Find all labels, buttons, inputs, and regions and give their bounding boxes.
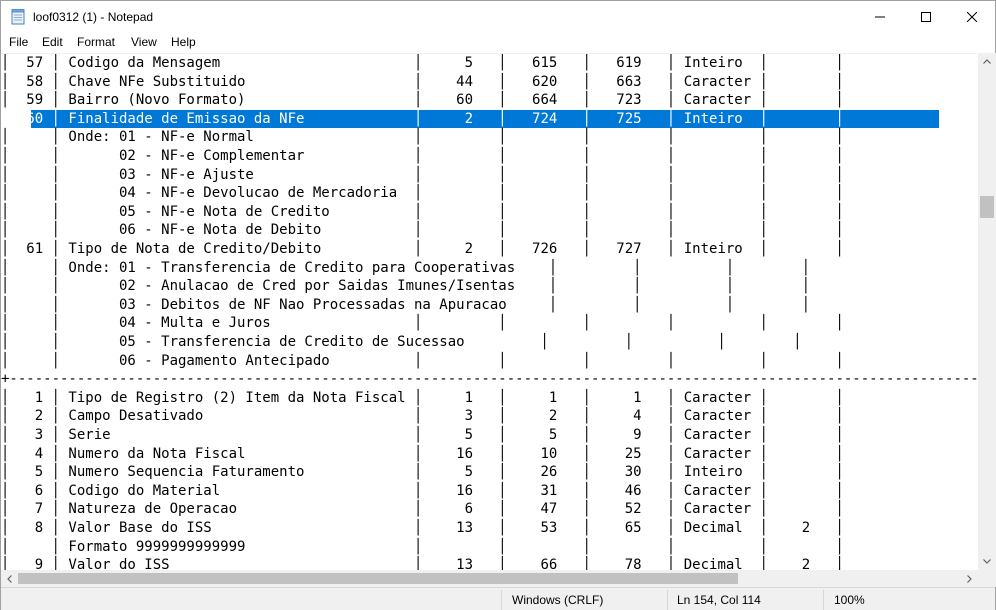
line-text: │ │ 02 - NF-e Complementar │ │ │ │ │ │ [1,148,844,164]
line-text: │ 5 │ Numero Sequencia Faturamento │ 5 │… [1,464,844,481]
text-line[interactable]: │ │ Onde: 01 - Transferencia de Credito … [1,259,977,278]
line-text: │ 57 │ Codigo da Mensagem │ 5 │ 615 │ 61… [1,55,844,71]
line-text: │ │ 05 - Transferencia de Credito de Suc… [1,334,802,350]
minimize-button[interactable] [857,1,903,32]
text-line[interactable]: │ 58 │ Chave NFe Substituido │ 44 │ 620 … [1,73,977,92]
text-line[interactable]: │ 4 │ Numero da Nota Fiscal │ 16 │ 10 │ … [1,445,977,464]
minimize-icon [875,16,885,17]
text-line[interactable]: │ 57 │ Codigo da Mensagem │ 5 │ 615 │ 61… [1,54,977,73]
chevron-up-icon [983,59,991,64]
text-line[interactable]: │ │ 05 - Transferencia de Credito de Suc… [1,333,977,352]
notepad-window: loof0312 (1) - Notepad File Edit Format … [0,0,996,610]
status-cursor-position: Ln 154, Col 114 [677,593,761,607]
line-text: │ │ 06 - Pagamento Antecipado │ │ │ │ │ … [1,352,844,369]
line-text: │ 58 │ Chave NFe Substituido │ 44 │ 620 … [1,73,844,90]
notepad-icon [11,9,25,25]
line-text: │ │ 04 - NF-e Devolucao de Mercadoria │ … [1,185,844,202]
line-text: │ 1 │ Tipo de Registro (2) Item da Nota … [1,389,844,406]
line-text: │ │ 02 - Anulacao de Cred por Saidas Imu… [1,278,811,295]
text-line[interactable]: │ 59 │ Bairro (Novo Formato) │ 60 │ 664 … [1,91,977,110]
text-line[interactable]: │ │ 04 - Multa e Juros │ │ │ │ │ │ [1,314,977,333]
text-line[interactable]: │ 2 │ Campo Desativado │ 3 │ 2 │ 4 │ Car… [1,407,977,426]
text-line[interactable]: +---------------------------------------… [1,370,977,389]
text-line[interactable]: │ 61 │ Tipo de Nota de Credito/Debito │ … [1,240,977,259]
text-line[interactable]: │ │ 04 - NF-e Devolucao de Mercadoria │ … [1,184,977,203]
text-line[interactable]: │ │ 06 - Pagamento Antecipado │ │ │ │ │ … [1,352,977,371]
text-line[interactable]: │ │ Onde: 01 - NF-e Normal │ │ │ │ │ │ [1,128,977,147]
line-text: │ │ 03 - Debitos de NF Nao Processadas n… [1,296,811,313]
chevron-right-icon [967,574,972,583]
menu-help[interactable]: Help [171,35,196,49]
line-text: │ 61 │ Tipo de Nota de Credito/Debito │ … [1,241,844,257]
horizontal-scroll-thumb[interactable] [18,573,738,584]
menu-format[interactable]: Format [77,35,115,49]
scroll-right-button[interactable] [961,570,978,587]
menu-view[interactable]: View [131,35,157,49]
line-text: │ 7 │ Natureza de Operacao │ 6 │ 47 │ 52… [1,501,844,518]
line-text: │ 2 │ Campo Desativado │ 3 │ 2 │ 4 │ Car… [1,408,844,425]
line-text: +---------------------------------------… [1,371,977,388]
status-bar: Windows (CRLF) Ln 154, Col 114 100% [1,587,995,610]
status-zoom: 100% [834,593,865,607]
scroll-left-button[interactable] [1,570,18,587]
line-text: │ │ 03 - NF-e Ajuste │ │ │ │ │ │ [1,166,844,183]
window-title: loof0312 (1) - Notepad [33,10,154,24]
scroll-down-button[interactable] [978,553,996,570]
title-bar[interactable]: loof0312 (1) - Notepad [1,1,995,32]
text-line[interactable]: │ 6 │ Codigo do Material │ 16 │ 31 │ 46 … [1,482,977,501]
line-text: │ 8 │ Valor Base do ISS │ 13 │ 53 │ 65 │… [1,520,844,536]
close-icon [967,11,977,22]
text-line[interactable]: │ │ 03 - Debitos de NF Nao Processadas n… [1,296,977,315]
chevron-left-icon [7,574,12,583]
text-line[interactable]: │ 8 │ Valor Base do ISS │ 13 │ 53 │ 65 │… [1,519,977,538]
text-line[interactable]: │ │ 03 - NF-e Ajuste │ │ │ │ │ │ [1,166,977,185]
chevron-down-icon [983,559,991,564]
status-separator [501,590,502,610]
line-text: │ │ Formato 9999999999999 │ │ │ │ │ │ [1,538,844,555]
line-text: │ 59 │ Bairro (Novo Formato) │ 60 │ 664 … [1,92,844,109]
line-text: │ 9 │ Valor do ISS │ 13 │ 66 │ 78 │ Deci… [1,557,844,570]
line-text: │ 60 │ Finalidade de Emissao da NFe │ 2 … [1,110,844,127]
status-line-endings: Windows (CRLF) [512,593,604,607]
line-text: │ 4 │ Numero da Nota Fiscal │ 16 │ 10 │ … [1,445,844,462]
vertical-scrollbar[interactable] [978,53,996,570]
line-text: │ 3 │ Serie │ 5 │ 5 │ 9 │ Caracter │ │ [1,427,844,443]
close-button[interactable] [949,1,995,32]
maximize-icon [921,11,931,22]
scroll-up-button[interactable] [978,53,996,70]
horizontal-scrollbar[interactable] [1,570,978,587]
text-line[interactable]: │ 1 │ Tipo de Registro (2) Item da Nota … [1,389,977,408]
line-text: │ │ Onde: 01 - NF-e Normal │ │ │ │ │ │ [1,129,844,146]
line-text: │ │ 05 - NF-e Nota de Credito │ │ │ │ │ … [1,203,844,220]
line-text: │ │ 04 - Multa e Juros │ │ │ │ │ │ [1,315,844,332]
text-line[interactable]: │ 5 │ Numero Sequencia Faturamento │ 5 │… [1,463,977,482]
text-line[interactable]: │ │ 06 - NF-e Nota de Debito │ │ │ │ │ │ [1,221,977,240]
menu-bar: File Edit Format View Help [1,32,995,52]
text-line[interactable]: │ 3 │ Serie │ 5 │ 5 │ 9 │ Caracter │ │ [1,426,977,445]
status-separator [667,590,668,610]
text-line[interactable]: │ 7 │ Natureza de Operacao │ 6 │ 47 │ 52… [1,500,977,519]
status-separator [823,590,824,610]
text-line[interactable]: │ │ 05 - NF-e Nota de Credito │ │ │ │ │ … [1,203,977,222]
text-line[interactable]: │ │ Formato 9999999999999 │ │ │ │ │ │ [1,538,977,557]
vertical-scroll-thumb[interactable] [980,196,994,218]
scrollbar-corner [978,570,996,587]
line-text: │ │ Onde: 01 - Transferencia de Credito … [1,259,811,276]
line-text: │ │ 06 - NF-e Nota de Debito │ │ │ │ │ │ [1,222,844,239]
maximize-button[interactable] [903,1,949,32]
text-line[interactable]: │ │ 02 - Anulacao de Cred por Saidas Imu… [1,277,977,296]
text-line-selected[interactable]: │ 60 │ Finalidade de Emissao da NFe │ 2 … [1,109,977,129]
text-editor[interactable]: │ 57 │ Codigo da Mensagem │ 5 │ 615 │ 61… [1,53,977,570]
text-line[interactable]: │ 9 │ Valor do ISS │ 13 │ 66 │ 78 │ Deci… [1,556,977,570]
menu-edit[interactable]: Edit [42,35,63,49]
text-line[interactable]: │ │ 02 - NF-e Complementar │ │ │ │ │ │ [1,147,977,166]
menu-file[interactable]: File [9,35,28,49]
line-text: │ 6 │ Codigo do Material │ 16 │ 31 │ 46 … [1,482,844,499]
